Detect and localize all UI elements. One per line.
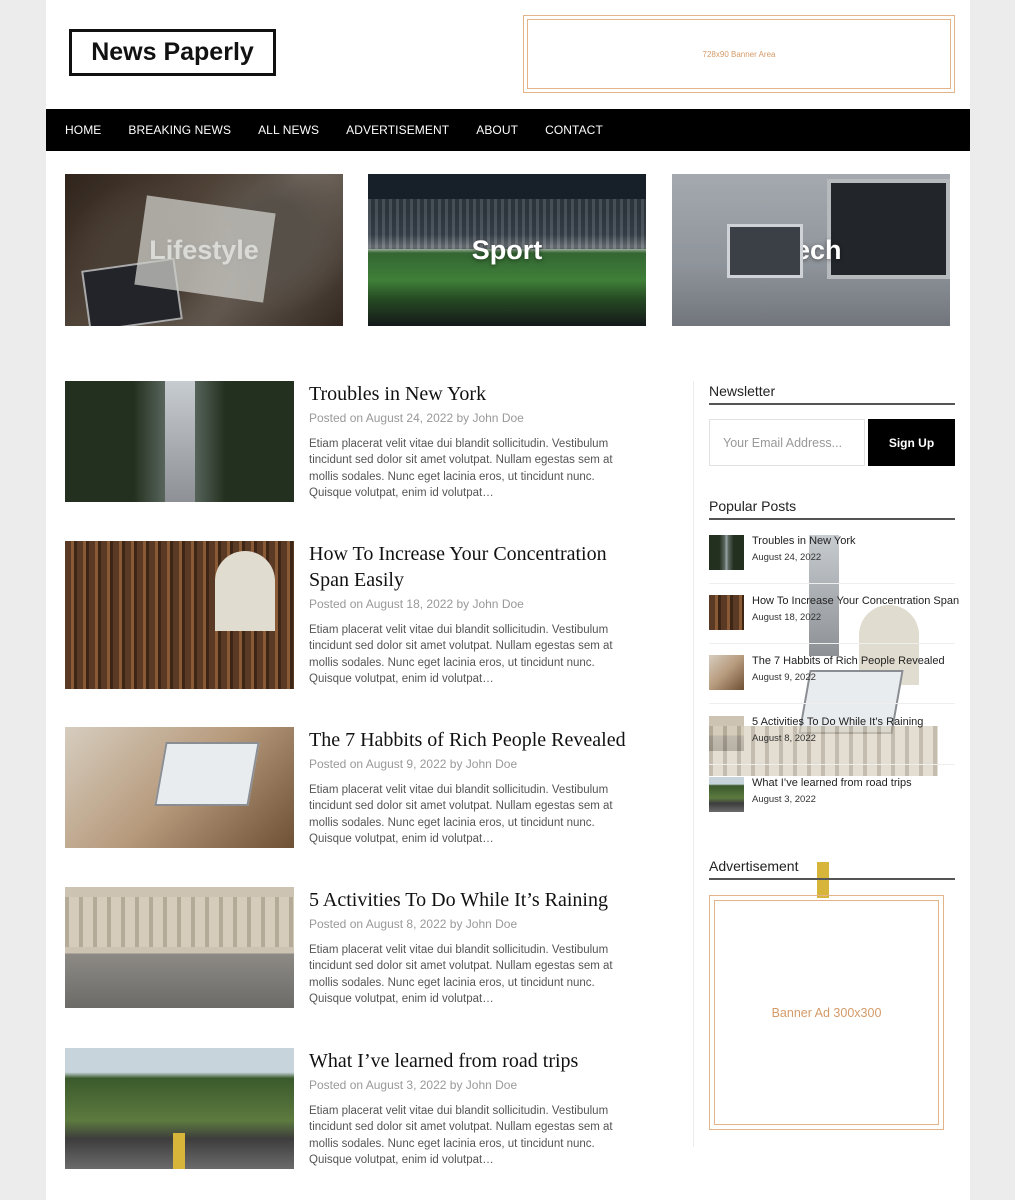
post-meta: Posted on August 18, 2022 by John Doe <box>309 597 524 611</box>
popular-post-title[interactable]: Troubles in New York <box>752 535 856 547</box>
nav-breaking-news[interactable]: BREAKING NEWS <box>128 123 231 137</box>
post-meta: Posted on August 3, 2022 by John Doe <box>309 1078 518 1092</box>
popular-post-title[interactable]: What I’ve learned from road trips <box>752 777 912 789</box>
sidebar-banner-label: Banner Ad 300x300 <box>714 900 939 1125</box>
category-label: Sport <box>471 234 543 265</box>
category-label: Lifestyle <box>149 234 259 265</box>
popular-post-thumbnail[interactable] <box>709 716 938 776</box>
post-excerpt: Etiam placerat velit vitae dui blandit s… <box>309 944 613 1006</box>
sidebar-banner-ad[interactable]: Banner Ad 300x300 <box>709 895 944 1130</box>
popular-post-thumbnail[interactable] <box>709 655 744 690</box>
nav-advertisement[interactable]: ADVERTISEMENT <box>346 123 449 137</box>
page: News Paperly 728x90 Banner Area HOME BRE… <box>46 0 970 1200</box>
site-logo[interactable]: News Paperly <box>69 29 276 76</box>
post-thumbnail[interactable] <box>65 727 294 848</box>
popular-post-item[interactable]: Troubles in New York August 24, 2022 <box>709 535 955 656</box>
sidebar-divider <box>693 381 694 1147</box>
category-label: Tech <box>780 234 842 265</box>
divider <box>709 643 955 644</box>
popular-post-title[interactable]: 5 Activities To Do While It’s Raining <box>752 716 923 728</box>
post-meta: Posted on August 8, 2022 by John Doe <box>309 917 518 931</box>
post-excerpt: Etiam placerat velit vitae dui blandit s… <box>309 438 613 500</box>
post-title[interactable]: The 7 Habbits of Rich People Revealed <box>309 727 645 753</box>
popular-post-thumbnail[interactable] <box>709 777 829 898</box>
widget-divider <box>709 403 955 405</box>
email-input[interactable]: Your Email Address... <box>709 419 865 466</box>
nav-about[interactable]: ABOUT <box>476 123 518 137</box>
top-banner-ad[interactable]: 728x90 Banner Area <box>523 15 955 93</box>
nav-all-news[interactable]: ALL NEWS <box>258 123 319 137</box>
post-thumbnail[interactable] <box>65 381 294 502</box>
nav-contact[interactable]: CONTACT <box>545 123 603 137</box>
post-title[interactable]: 5 Activities To Do While It’s Raining <box>309 887 645 913</box>
nav-home[interactable]: HOME <box>65 123 101 137</box>
post-thumbnail[interactable] <box>65 1048 294 1169</box>
post-thumbnail[interactable] <box>65 887 294 1008</box>
advertisement-title: Advertisement <box>709 858 799 874</box>
popular-post-date: August 18, 2022 <box>752 612 822 623</box>
category-card-lifestyle[interactable]: Lifestyle <box>65 174 343 326</box>
popular-post-thumbnail[interactable] <box>709 535 839 656</box>
top-banner-label: 728x90 Banner Area <box>527 19 951 89</box>
popular-posts-title: Popular Posts <box>709 498 797 514</box>
main-nav: HOME BREAKING NEWS ALL NEWS ADVERTISEMEN… <box>46 109 970 151</box>
post-title[interactable]: Troubles in New York <box>309 381 645 407</box>
popular-post-date: August 8, 2022 <box>752 733 816 744</box>
popular-post-date: August 24, 2022 <box>752 552 822 563</box>
divider <box>709 703 955 704</box>
popular-post-item[interactable]: How To Increase Your Concentration Span … <box>709 595 959 685</box>
post-excerpt: Etiam placerat velit vitae dui blandit s… <box>309 1105 613 1167</box>
category-card-tech[interactable]: Tech <box>672 174 950 326</box>
popular-post-item[interactable]: The 7 Habbits of Rich People Revealed Au… <box>709 655 955 707</box>
popular-post-item[interactable]: What I’ve learned from road trips August… <box>709 777 955 898</box>
card-overlay <box>65 174 343 326</box>
post-title[interactable]: How To Increase Your Concentration Span … <box>309 541 645 593</box>
post-title[interactable]: What I’ve learned from road trips <box>309 1048 645 1074</box>
divider <box>709 764 955 765</box>
post-thumbnail[interactable] <box>65 541 294 689</box>
widget-divider <box>709 878 955 880</box>
newsletter-title: Newsletter <box>709 383 776 399</box>
popular-post-title[interactable]: How To Increase Your Concentration Span <box>752 595 959 607</box>
divider <box>709 583 955 584</box>
popular-post-thumbnail[interactable] <box>709 595 919 685</box>
post-excerpt: Etiam placerat velit vitae dui blandit s… <box>309 624 613 686</box>
popular-post-title[interactable]: The 7 Habbits of Rich People Revealed <box>752 655 945 667</box>
widget-divider <box>709 518 955 520</box>
signup-button[interactable]: Sign Up <box>868 419 955 466</box>
popular-post-date: August 9, 2022 <box>752 672 816 683</box>
category-cards: Lifestyle Sport Tech <box>65 174 950 326</box>
post-meta: Posted on August 24, 2022 by John Doe <box>309 411 524 425</box>
popular-post-date: August 3, 2022 <box>752 794 816 805</box>
category-card-sport[interactable]: Sport <box>368 174 646 326</box>
post-excerpt: Etiam placerat velit vitae dui blandit s… <box>309 784 613 846</box>
post-meta: Posted on August 9, 2022 by John Doe <box>309 757 518 771</box>
popular-post-item[interactable]: 5 Activities To Do While It’s Raining Au… <box>709 716 955 776</box>
